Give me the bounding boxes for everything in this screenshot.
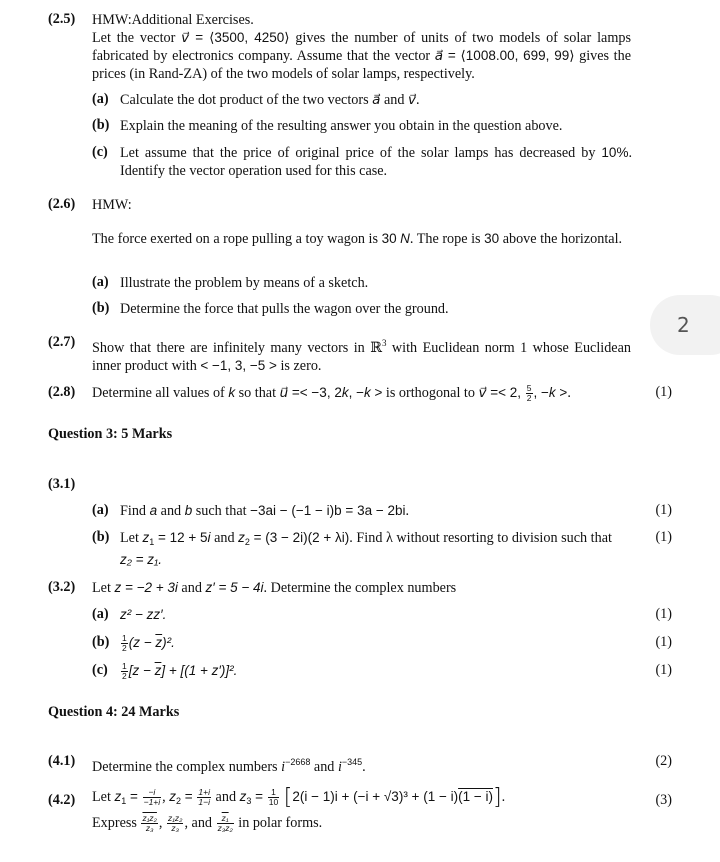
part-2-6-b-text: Determine the force that pulls the wagon… — [120, 301, 449, 317]
part-2-5-b-text: Explain the meaning of the resulting ans… — [120, 118, 563, 134]
marks-4-2: (3) — [655, 792, 672, 808]
part-3-1-a-text: Find a and b such that −3ai − (−1 − i)b … — [120, 503, 410, 519]
part-3-2-a-text: z² − zz′. — [120, 607, 167, 622]
part-2-5-a-text: Calculate the dot product of the two vec… — [120, 92, 420, 108]
marks-4-1: (2) — [655, 753, 672, 769]
fraction: 1+i 1−i — [197, 787, 211, 808]
part-label: (a) — [92, 502, 109, 518]
question-2-7-text: Show that there are infinitely many vect… — [92, 338, 631, 374]
marks-3-2-a: (1) — [655, 606, 672, 622]
part-3-1-b-text: Let z1 = 12 + 5i and z2 = (3 − 2i)(2 + λ… — [120, 530, 612, 567]
fraction: z₁ z₃z₂ — [216, 813, 234, 834]
question-4-1-text: Determine the complex numbers i−2668 and… — [92, 757, 366, 775]
question-number-2-7: (2.7) — [48, 334, 76, 350]
fraction: 12 — [121, 633, 128, 654]
question-4-heading: Question 4: 24 Marks — [48, 704, 180, 720]
question-number-4-2: (4.2) — [48, 792, 76, 808]
question-2-6-body: The force exerted on a rope pulling a to… — [92, 231, 623, 247]
marks-3-2-b: (1) — [655, 634, 672, 650]
question-2-8-text: Determine all values of k so that u⃗ =< … — [92, 383, 571, 404]
part-2-5-c-text: Let assume that the price of original pr… — [120, 145, 632, 179]
question-3-heading: Question 3: 5 Marks — [48, 426, 173, 442]
part-label: (b) — [92, 300, 110, 316]
marks-3-1-b: (1) — [655, 529, 672, 545]
part-label: (b) — [92, 634, 110, 650]
marks-2-8: (1) — [655, 384, 672, 400]
question-number-2-8: (2.8) — [48, 384, 76, 400]
marks-3-1-a: (1) — [655, 502, 672, 518]
part-label: (a) — [92, 274, 109, 290]
fraction: z₁z₂ z₃ — [141, 813, 158, 834]
part-3-2-b-text: 1 2 (z − z)². — [121, 633, 175, 654]
fraction: 52 — [525, 383, 533, 404]
part-label: (c) — [92, 662, 108, 678]
fraction: −i −1+i — [142, 787, 162, 808]
part-label: (b) — [92, 529, 110, 545]
page-number-badge[interactable]: 2 — [650, 295, 720, 355]
question-4-2-text: Let z1 = −i −1+i, z2 = 1+i 1−i and z3 = 11… — [92, 785, 506, 834]
question-number-3-1: (3.1) — [48, 476, 76, 492]
question-2-6-title: HMW: — [92, 197, 132, 213]
part-3-2-c-text: 1 2 [z − z] + [(1 + z′)]². — [121, 661, 238, 682]
part-label: (a) — [92, 91, 109, 107]
part-2-6-a-text: Illustrate the problem by means of a ske… — [120, 275, 369, 291]
question-2-5-text: HMW:Additional Exercises. Let the vector… — [92, 11, 631, 83]
question-number-2-5: (2.5) — [48, 11, 76, 27]
part-label: (a) — [92, 606, 109, 622]
part-label: (b) — [92, 117, 110, 133]
fraction: z₁z₂ z₃ — [167, 813, 184, 834]
question-2-5-title: HMW:Additional Exercises. — [92, 12, 254, 28]
fraction: 12 — [121, 661, 128, 682]
page-number: 2 — [677, 313, 690, 337]
fraction: 1 10 — [267, 787, 280, 808]
part-label: (c) — [92, 144, 108, 160]
question-number-2-6: (2.6) — [48, 196, 76, 212]
question-2-5-body: Let the vector v⃗ = ⟨3500, 4250⟩ gives t… — [92, 30, 632, 82]
question-number-4-1: (4.1) — [48, 753, 76, 769]
marks-3-2-c: (1) — [655, 662, 672, 678]
question-3-2-text: Let z = −2 + 3i and z′ = 5 − 4i. Determi… — [92, 580, 457, 596]
question-number-3-2: (3.2) — [48, 579, 76, 595]
